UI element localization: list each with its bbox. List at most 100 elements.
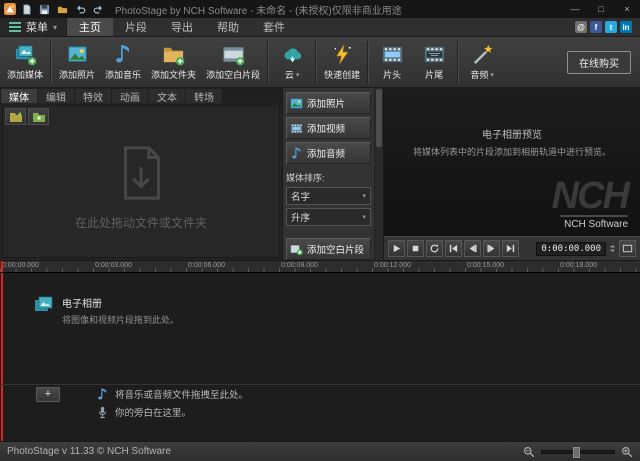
narration-track[interactable]: 你的旁白在这里。 [96,405,191,419]
sort-field-select[interactable]: 名字 ▾ [286,187,371,205]
add-blank-clip-button[interactable]: 添加空白片段 [201,37,265,87]
button-label: 添加音频 [307,146,345,160]
playhead[interactable] [1,273,3,441]
ruler-label: 0:00:18.000 [560,262,597,269]
panel-tab-effects[interactable]: 特效 [75,89,111,103]
media-bin: 在此处拖动文件或文件夹 [2,105,280,258]
tab-export[interactable]: 导出 [159,18,205,36]
media-drop-zone[interactable]: 在此处拖动文件或文件夹 [3,106,279,257]
add-track-button[interactable]: + [36,387,60,402]
sort-order-select[interactable]: 升序 ▾ [286,208,371,226]
timeline: 电子相册 将图像和视频片段拖到此处。 + 将音乐或音频文件拖拽至此处。 你的旁白… [0,272,640,441]
clip-actions-scrollbar[interactable] [375,88,384,260]
add-audio-button[interactable]: 添加音频 [286,142,371,164]
step-back-button[interactable] [464,240,481,257]
toolbar-button-label: 添加媒体 [7,68,43,81]
preview-subtitle: 将媒体列表中的片段添加到相册轨道中进行预览。 [384,145,640,158]
preview-title: 电子相册预览 [384,126,640,141]
photostage-window: PhotoStage by NCH Software - 未命名 - (未授权)… [0,0,640,461]
loop-button[interactable] [426,240,443,257]
preview-panel: 电子相册预览 将媒体列表中的片段添加到相册轨道中进行预览。 NCH NCH So… [384,88,640,260]
hamburger-icon [9,22,21,32]
music-track[interactable]: 将音乐或音频文件拖拽至此处。 [96,387,248,401]
add-video-button[interactable]: 添加视频 [286,117,371,139]
microphone-icon [96,406,109,419]
panel-tab-transitions[interactable]: 转场 [186,89,222,103]
add-media-button[interactable]: 添加媒体 [2,37,48,87]
scrollbar-thumb[interactable] [376,89,382,147]
album-track-hint: 将图像和视频片段拖到此处。 [62,313,179,326]
clip-actions-panel: 添加照片 添加视频 添加音频 媒体排序: 名字 ▾ 升序 ▾ 添加空 [283,88,375,260]
zoom-slider-thumb[interactable] [573,447,580,458]
add-photo-button[interactable]: 添加照片 [286,92,371,114]
tab-help[interactable]: 帮助 [205,18,251,36]
panel-tab-animation[interactable]: 动画 [112,89,148,103]
app-logo-icon [4,3,16,15]
timeline-ruler[interactable]: 0:00:00.000 0:00:03.000 0:00:06.000 0:00… [0,260,640,272]
facebook-icon[interactable]: f [590,21,602,33]
add-photos-button[interactable]: 添加照片 [54,37,100,87]
undo-icon[interactable] [73,2,88,16]
go-to-start-button[interactable] [445,240,462,257]
minimize-button[interactable]: — [562,0,588,18]
timecode-spinner[interactable] [608,243,617,254]
version-text: PhotoStage v 11.33 © NCH Software [7,446,171,457]
playhead-marker[interactable] [1,261,3,272]
buy-online-button[interactable]: 在线购买 [567,51,631,74]
window-title: PhotoStage by NCH Software - 未命名 - (未授权)… [115,2,559,17]
preview-hint: 电子相册预览 将媒体列表中的片段添加到相册轨道中进行预览。 [384,126,640,158]
save-icon[interactable] [37,2,52,16]
step-forward-button[interactable] [483,240,500,257]
menu-row: 菜单 ▾ 主页 片段 导出 帮助 套件 @ f t in [0,18,640,37]
tab-clips[interactable]: 片段 [113,18,159,36]
media-panel: 媒体 编辑 特效 动画 文本 转场 [0,88,283,260]
intro-clip-button[interactable]: 片头 [371,37,413,87]
add-folder-button[interactable]: 添加文件夹 [146,37,201,87]
share-icon[interactable]: @ [575,21,587,33]
panel-tab-media[interactable]: 媒体 [1,89,37,103]
stop-button[interactable] [407,240,424,257]
album-track-title: 电子相册 [62,295,179,310]
close-button[interactable]: × [614,0,640,18]
toolbar-separator [457,41,459,83]
zoom-slider[interactable] [541,450,615,454]
tab-home[interactable]: 主页 [67,18,113,36]
twitter-icon[interactable]: t [605,21,617,33]
redo-icon[interactable] [91,2,106,16]
titlebar: PhotoStage by NCH Software - 未命名 - (未授权)… [0,0,640,18]
zoom-out-icon[interactable] [523,446,535,458]
go-to-end-button[interactable] [502,240,519,257]
cloud-icon [281,43,304,66]
linkedin-icon[interactable]: in [620,21,632,33]
quick-create-icon [331,43,354,66]
music-track-hint: 将音乐或音频文件拖拽至此处。 [115,387,248,401]
credits-clip-button[interactable]: 片尾 [413,37,455,87]
panel-tab-text[interactable]: 文本 [149,89,185,103]
add-blank-clip-small-button[interactable]: 添加空白片段 [286,238,371,260]
preview-screen: 电子相册预览 将媒体列表中的片段添加到相册轨道中进行预览。 NCH NCH So… [384,88,640,236]
maximize-button[interactable]: □ [588,0,614,18]
fullscreen-button[interactable] [619,240,636,257]
panel-tab-edit[interactable]: 编辑 [38,89,74,103]
ruler-label: 0:00:12.000 [374,262,411,269]
audio-tools-button[interactable]: 音频▾ [461,37,503,87]
toolbar-button-label: 添加文件夹 [151,68,196,81]
add-music-button[interactable]: 添加音乐 [100,37,146,87]
music-note-icon [290,147,303,160]
zoom-in-icon[interactable] [621,446,633,458]
add-folder-icon [162,43,185,66]
cloud-button[interactable]: 云▾ [271,37,313,87]
window-controls: — □ × [562,0,640,18]
toolbar-separator [315,41,317,83]
main-menu-button[interactable]: 菜单 ▾ [0,18,67,36]
tab-suite[interactable]: 套件 [251,18,297,36]
open-folder-icon[interactable] [55,2,70,16]
toolbar-button-label: 添加照片 [59,68,95,81]
play-button[interactable] [388,240,405,257]
toolbar-button-label: 添加空白片段 [206,68,260,81]
add-blank-icon [290,243,303,256]
quick-create-button[interactable]: 快速创建 [319,37,365,87]
album-track[interactable]: 电子相册 将图像和视频片段拖到此处。 [34,295,179,326]
audio-wand-icon [471,43,494,66]
new-project-icon[interactable] [19,2,34,16]
